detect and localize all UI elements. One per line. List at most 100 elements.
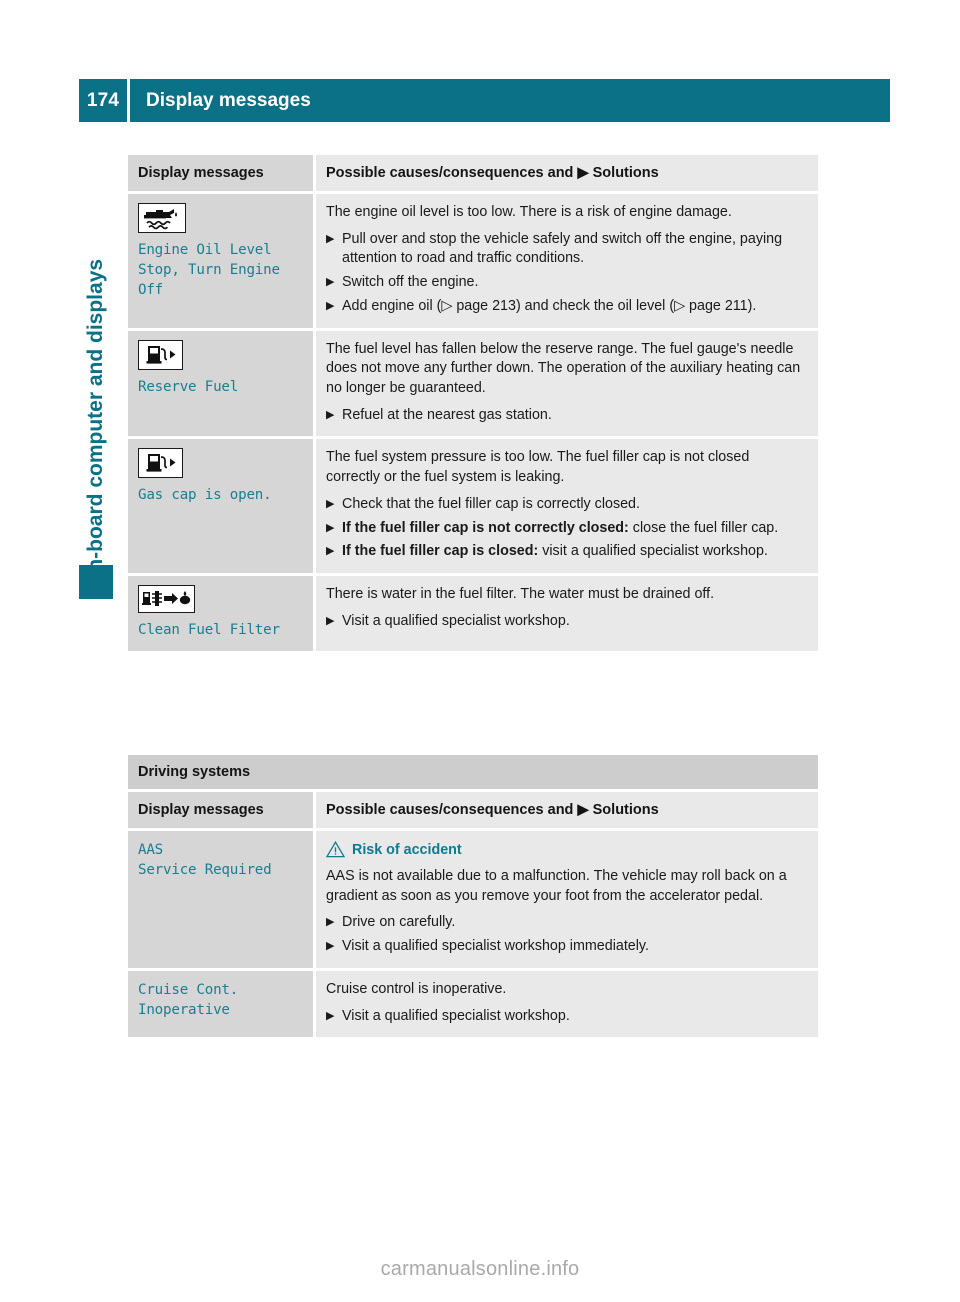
list-item-text: Switch off the engine.: [342, 274, 479, 291]
bullet-triangle-icon: ▶: [326, 276, 335, 289]
list-item-text: Refuel at the nearest gas station.: [342, 406, 552, 423]
header-label-messages: Display messages: [138, 802, 264, 818]
display-messages-table-1: Display messages Possible causes/consequ…: [128, 155, 818, 652]
solution-cell: There is water in the fuel filter. The w…: [316, 576, 818, 652]
solution-list: ▶ Check that the fuel filler cap is corre…: [326, 495, 806, 562]
solution-list: ▶ Visit a qualified specialist workshop.: [326, 612, 806, 632]
message-text: Reserve Fuel: [138, 378, 239, 395]
bullet-triangle-icon: ▶: [326, 232, 335, 245]
message-text: Engine Oil Level Stop, Turn Engine Off: [138, 242, 280, 299]
fuel-filter-water-icon: [138, 585, 195, 614]
warning-label: Risk of accident: [352, 841, 462, 858]
page-number: 174: [79, 79, 127, 122]
message-text: Gas cap is open.: [138, 487, 272, 504]
page-header: 174 Display messages: [79, 79, 890, 122]
bullet-triangle-icon: ▶: [326, 916, 335, 929]
message-cell: Reserve Fuel: [128, 330, 313, 437]
bullet-triangle-icon: ▶: [326, 408, 335, 421]
list-item-text: Visit a qualified specialist workshop.: [342, 1007, 570, 1024]
list-item: ▶ Pull over and stop the vehicle safely a…: [326, 230, 806, 269]
cause-text: Cruise control is inoperative.: [326, 980, 507, 997]
header-cell-messages: Display messages: [128, 792, 313, 828]
message-text: Clean Fuel Filter: [138, 622, 280, 639]
solution-cell: The fuel system pressure is too low. The…: [316, 439, 818, 574]
page-title: Display messages: [130, 79, 890, 122]
table-header-row: Display messages Possible causes/consequ…: [128, 792, 818, 828]
list-item-lead: If the fuel filler cap is closed:: [342, 543, 539, 560]
list-item-text: Visit a qualified specialist workshop.: [342, 612, 570, 629]
table-row: AAS Service Required Risk of accident AA…: [128, 831, 818, 968]
solution-cell: Risk of accident AAS is not available du…: [316, 831, 818, 968]
section-title: Driving systems: [128, 755, 818, 789]
message-text: Cruise Cont. Inoperative: [138, 981, 239, 1019]
list-item: ▶ Add engine oil (▷ page 213) and check t…: [326, 297, 806, 317]
bullet-triangle-icon: ▶: [326, 497, 335, 510]
cause-text: The fuel system pressure is too low. The…: [326, 449, 750, 486]
solution-triangle-icon: ▶: [573, 802, 593, 818]
table-row: Gas cap is open. The fuel system pressur…: [128, 439, 818, 574]
solution-cell: The fuel level has fallen below the rese…: [316, 330, 818, 437]
list-item-text: Visit a qualified specialist workshop im…: [342, 938, 649, 955]
solution-list: ▶ Visit a qualified specialist workshop.: [326, 1007, 806, 1027]
cause-text: There is water in the fuel filter. The w…: [326, 586, 715, 603]
side-tab-block: [79, 565, 113, 599]
list-item-text: visit a qualified specialist workshop.: [542, 543, 768, 560]
bullet-triangle-icon: ▶: [326, 521, 335, 534]
cause-text: The engine oil level is too low. There i…: [326, 204, 732, 220]
list-item: ▶ If the fuel filler cap is not correctly…: [326, 519, 806, 539]
header-label-causes: Possible causes/consequences and: [326, 165, 574, 181]
list-item: ▶ Switch off the engine.: [326, 273, 806, 293]
side-tab: On-board computer and displays: [79, 168, 113, 588]
site-watermark: carmanualsonline.info: [380, 1258, 580, 1280]
solution-cell: Cruise control is inoperative. ▶ Visit a …: [316, 970, 818, 1038]
list-item-text: Add engine oil (▷ page 213) and check th…: [342, 297, 757, 314]
solution-list: ▶ Drive on carefully. ▶ Visit a qualified …: [326, 913, 806, 956]
list-item: ▶ Refuel at the nearest gas station.: [326, 406, 806, 426]
table-row: Reserve Fuel The fuel level has fallen b…: [128, 330, 818, 437]
fuel-pump-icon: [138, 339, 183, 370]
table-row: Clean Fuel Filter There is water in the …: [128, 576, 818, 652]
side-tab-label: On-board computer and displays: [84, 258, 107, 588]
solution-list: ▶ Pull over and stop the vehicle safely a…: [326, 230, 806, 317]
cause-text: The fuel level has fallen below the rese…: [326, 340, 801, 397]
list-item-text: Pull over and stop the vehicle safely an…: [342, 230, 783, 267]
fuel-pump-icon: [138, 448, 183, 479]
cause-text: AAS is not available due to a malfunctio…: [326, 868, 787, 904]
list-item: ▶ Visit a qualified specialist workshop.: [326, 1007, 806, 1027]
message-cell: Clean Fuel Filter: [128, 576, 313, 652]
engine-oil-can-icon: [138, 203, 186, 233]
table-row: Engine Oil Level Stop, Turn Engine Off T…: [128, 194, 818, 328]
message-cell: Gas cap is open.: [128, 439, 313, 574]
solution-triangle-icon: ▶: [573, 165, 593, 181]
header-cell-solutions: Possible causes/consequences and ▶ Solut…: [316, 155, 818, 191]
message-cell: Engine Oil Level Stop, Turn Engine Off: [128, 194, 313, 328]
driving-systems-table: Driving systems Display messages Possibl…: [128, 755, 818, 1038]
table-row: Cruise Cont. Inoperative Cruise control …: [128, 970, 818, 1038]
list-item: ▶ Check that the fuel filler cap is corre…: [326, 495, 806, 515]
bullet-triangle-icon: ▶: [326, 940, 335, 953]
header-label-causes: Possible causes/consequences and: [326, 802, 574, 818]
list-item-text: close the fuel filler cap.: [632, 519, 779, 536]
bullet-triangle-icon: ▶: [326, 299, 335, 312]
warning-triangle-icon: [326, 841, 345, 858]
message-cell: AAS Service Required: [128, 831, 313, 968]
solution-cell: The engine oil level is too low. There i…: [316, 194, 818, 328]
warning-callout: Risk of accident: [326, 841, 806, 858]
solution-list: ▶ Refuel at the nearest gas station.: [326, 406, 806, 426]
list-item: ▶ If the fuel filler cap is closed: visit…: [326, 542, 806, 562]
list-item: ▶ Drive on carefully.: [326, 913, 806, 933]
list-item: ▶ Visit a qualified specialist workshop i…: [326, 937, 806, 957]
list-item-lead: If the fuel filler cap is not correctly …: [342, 519, 629, 536]
list-item: ▶ Visit a qualified specialist workshop.: [326, 612, 806, 632]
message-cell: Cruise Cont. Inoperative: [128, 970, 313, 1038]
header-cell-solutions: Possible causes/consequences and ▶ Solut…: [316, 792, 818, 828]
header-label-solutions: Solutions: [592, 802, 659, 818]
header-label-messages: Display messages: [138, 165, 264, 181]
list-item-text: Check that the fuel filler cap is correc…: [342, 495, 640, 512]
bullet-triangle-icon: ▶: [326, 545, 335, 558]
bullet-triangle-icon: ▶: [326, 1009, 335, 1022]
header-label-solutions: Solutions: [592, 165, 659, 181]
message-text: AAS Service Required: [138, 842, 272, 879]
list-item-text: Drive on carefully.: [342, 914, 456, 931]
bullet-triangle-icon: ▶: [326, 614, 335, 627]
